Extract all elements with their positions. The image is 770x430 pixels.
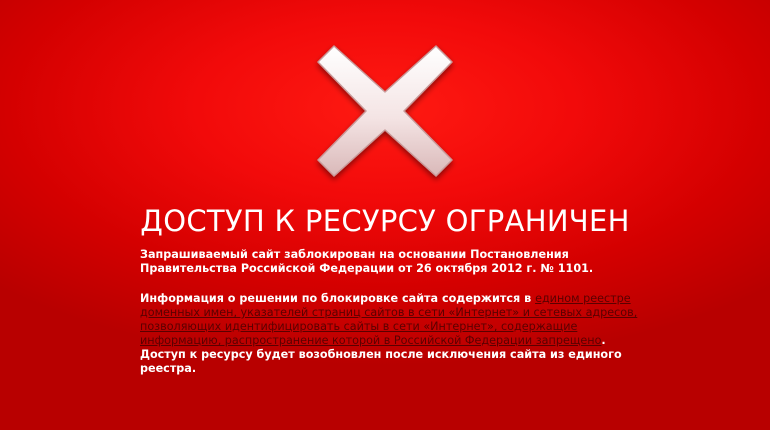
registry-info-text: Информация о решении по блокировке сайта… [140,292,640,348]
page-title: ДОСТУП К РЕСУРСУ ОГРАНИЧЕН [140,204,630,238]
block-reason-text: Запрашиваемый сайт заблокирован на основ… [140,248,594,275]
block-info: Запрашиваемый сайт заблокирован на основ… [140,248,640,376]
close-x-icon [312,38,458,184]
restore-access-text: Доступ к ресурсу будет возобновлен после… [140,348,622,375]
registry-info-suffix: . [601,334,606,347]
registry-info-prefix: Информация о решении по блокировке сайта… [140,292,536,305]
